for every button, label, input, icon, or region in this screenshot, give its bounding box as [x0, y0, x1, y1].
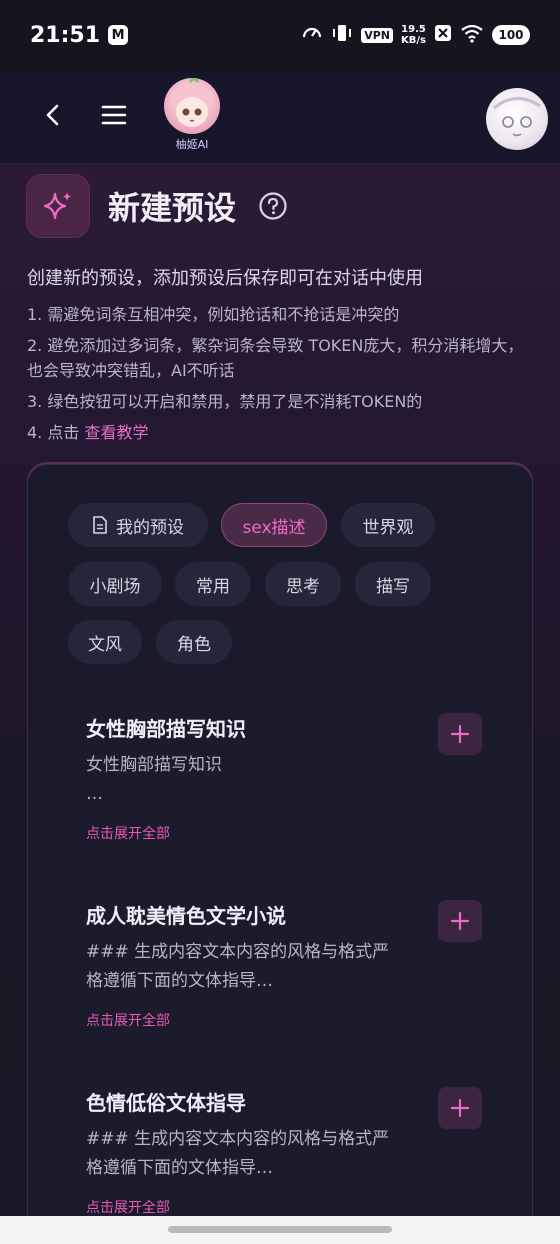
rule-item: 1. 需避免词条互相冲突，例如抢话和不抢话是冲突的: [27, 305, 400, 324]
chip-label: 世界观: [362, 517, 414, 538]
menu-icon: [101, 105, 127, 125]
content-area[interactable]: 新建预设 创建新的预设，添加预设后保存即可在对话中使用 1. 需避免词条互相冲突…: [0, 164, 560, 1216]
card-body: 女性胸部描写知识 …: [86, 751, 426, 809]
chip-label: 文风: [88, 634, 122, 655]
question-circle-icon: [259, 192, 287, 220]
plus-icon: [450, 911, 470, 931]
back-button[interactable]: [38, 98, 68, 132]
expand-link[interactable]: 点击展开全部: [86, 823, 170, 843]
system-nav-bar: [0, 1216, 560, 1244]
help-button[interactable]: [258, 191, 288, 221]
card-body-line: ### 生成内容文本内容的风格与格式严: [86, 942, 390, 962]
notification-icon: M: [108, 25, 129, 45]
add-preset-button[interactable]: [438, 1087, 482, 1129]
card-title: 色情低俗文体指导: [86, 1091, 246, 1115]
preset-card[interactable]: 女性胸部描写知识 女性胸部描写知识 … 点击展开全部: [68, 695, 492, 855]
expand-link[interactable]: 点击展开全部: [86, 1010, 170, 1030]
card-body-line: 女性胸部描写知识: [86, 755, 222, 775]
status-bar: 21:51 M VPN 19.5 KB/s 100: [0, 0, 560, 70]
rule-prefix: 4. 点击: [27, 423, 85, 442]
expand-link[interactable]: 点击展开全部: [86, 1197, 170, 1216]
vpn-icon: VPN: [361, 27, 394, 43]
chip-label: sex描述: [242, 517, 306, 538]
card-title: 女性胸部描写知识: [86, 717, 246, 741]
card-body: ### 生成内容文本内容的风格与格式严 格遵循下面的文体指导…: [86, 938, 426, 996]
plus-icon: [450, 724, 470, 744]
wifi-icon: [460, 23, 484, 48]
rule-item: 3. 绿色按钮可以开启和禁用，禁用了是不消耗TOKEN的: [27, 392, 423, 411]
tab-writing-style[interactable]: 文风: [68, 620, 142, 664]
logo-image: [164, 77, 220, 134]
card-body-line: 格遵循下面的文体指导…: [86, 1158, 273, 1178]
status-icons: VPN 19.5 KB/s 100: [301, 22, 530, 49]
tab-description[interactable]: 描写: [355, 562, 431, 606]
chip-label: 我的预设: [116, 517, 184, 538]
app-logo[interactable]: 柚姬AI: [160, 77, 224, 156]
card-body-line: 格遵循下面的文体指导…: [86, 971, 273, 991]
rules-list: 1. 需避免词条互相冲突，例如抢话和不抢话是冲突的 2. 避免添加过多词条，繁杂…: [27, 302, 537, 451]
preset-card[interactable]: 色情低俗文体指导 ### 生成内容文本内容的风格与格式严 格遵循下面的文体指导……: [68, 1069, 492, 1216]
speedometer-icon: [301, 22, 323, 49]
page-header: 新建预设: [26, 174, 288, 238]
tab-sex-description[interactable]: sex描述: [221, 503, 327, 547]
rule-item: 4. 点击 查看教学: [27, 420, 537, 445]
chip-label: 角色: [177, 634, 211, 655]
network-speed: 19.5 KB/s: [401, 24, 426, 46]
speed-value: 19.5: [401, 24, 426, 35]
battery-icon: 100: [492, 25, 530, 45]
card-body: ### 生成内容文本内容的风格与格式严 格遵循下面的文体指导…: [86, 1125, 426, 1183]
status-time: 21:51: [30, 22, 101, 48]
sparkle-icon: [43, 192, 71, 220]
plus-icon: [450, 1098, 470, 1118]
preset-panel: 我的预设 sex描述 世界观 小剧场 常用 思考 描写 文风 角色 女性胸部描写…: [27, 464, 533, 1216]
add-preset-button[interactable]: [438, 713, 482, 755]
logo-label: 柚姬AI: [175, 138, 209, 151]
chip-label: 小剧场: [89, 576, 141, 597]
rule-item: 2. 避免添加过多词条，繁杂词条会导致 TOKEN庞大，积分消耗增大，也会导致冲…: [27, 336, 524, 380]
chip-label: 描写: [376, 576, 410, 597]
user-avatar[interactable]: [486, 88, 548, 150]
page-description: 创建新的预设，添加预设后保存即可在对话中使用: [27, 268, 423, 289]
page-title: 新建预设: [108, 189, 237, 227]
card-body-line: ### 生成内容文本内容的风格与格式严: [86, 1129, 390, 1149]
tutorial-link[interactable]: 查看教学: [84, 423, 148, 442]
card-body-line: …: [86, 784, 103, 804]
add-preset-button[interactable]: [438, 900, 482, 942]
vibrate-icon: [331, 22, 353, 49]
chip-label: 思考: [286, 576, 320, 597]
home-gesture-handle[interactable]: [168, 1226, 392, 1233]
speed-unit: KB/s: [401, 35, 426, 46]
menu-button[interactable]: [100, 100, 128, 130]
app-bar: 柚姬AI: [0, 70, 560, 164]
back-icon: [46, 104, 59, 126]
title-icon-box: [26, 174, 90, 238]
tab-my-presets[interactable]: 我的预设: [68, 503, 208, 547]
tab-mini-theater[interactable]: 小剧场: [68, 562, 162, 606]
tab-thinking[interactable]: 思考: [265, 562, 341, 606]
card-title: 成人耽美情色文学小说: [86, 904, 286, 928]
document-icon: [93, 516, 107, 534]
close-box-icon: [434, 24, 452, 47]
tab-character[interactable]: 角色: [156, 620, 232, 664]
preset-card[interactable]: 成人耽美情色文学小说 ### 生成内容文本内容的风格与格式严 格遵循下面的文体指…: [68, 882, 492, 1042]
tab-common[interactable]: 常用: [175, 562, 251, 606]
chip-label: 常用: [196, 576, 230, 597]
tab-worldview[interactable]: 世界观: [341, 503, 435, 547]
